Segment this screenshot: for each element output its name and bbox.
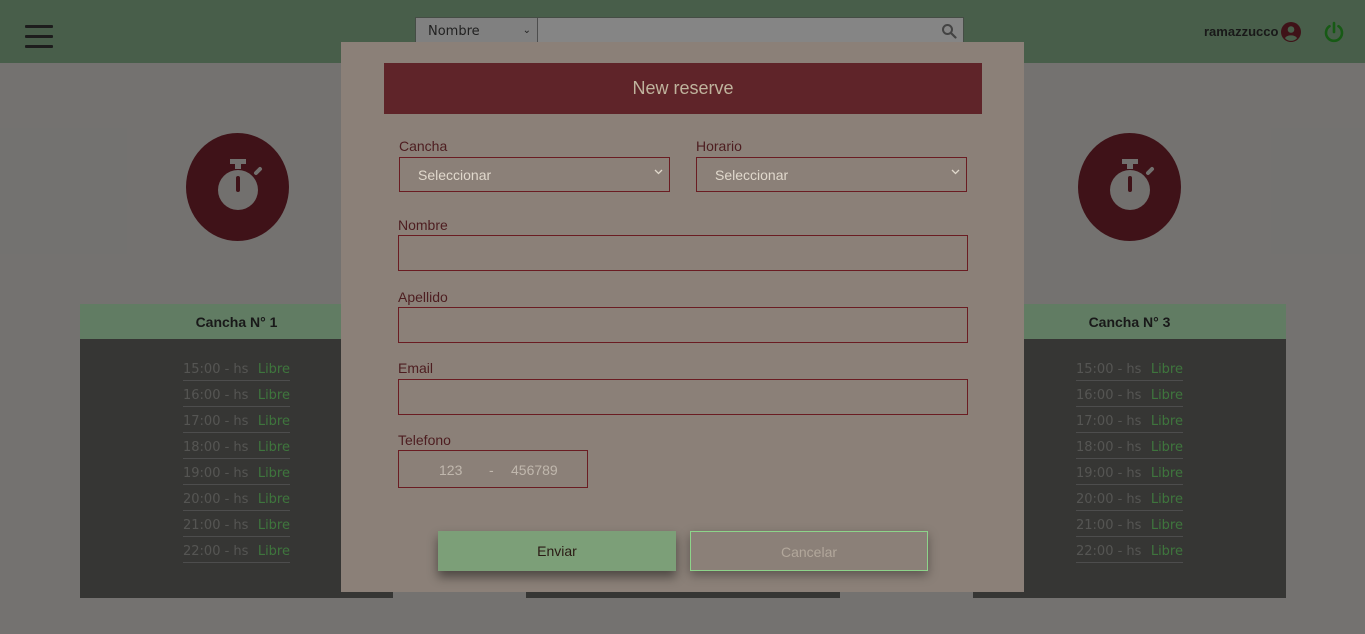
horario-select[interactable]: Seleccionar [696, 157, 967, 192]
email-input[interactable] [398, 379, 968, 415]
apellido-label: Apellido [398, 289, 448, 305]
new-reserve-modal: New reserve Cancha Seleccionar Horario S… [341, 42, 1024, 592]
apellido-input[interactable] [398, 307, 968, 343]
cancha-select-value: Seleccionar [418, 167, 492, 183]
cancelar-button[interactable]: Cancelar [690, 531, 928, 571]
phone-area-input[interactable]: 123 [439, 462, 462, 478]
phone-separator: - [489, 462, 494, 478]
cancha-select[interactable]: Seleccionar [399, 157, 670, 192]
phone-number-input[interactable]: 456789 [511, 462, 558, 478]
modal-title: New reserve [384, 63, 982, 114]
chevron-down-icon [951, 169, 960, 175]
nombre-label: Nombre [398, 217, 448, 233]
chevron-down-icon [654, 169, 663, 175]
telefono-field: 123 - 456789 [398, 450, 588, 488]
nombre-input[interactable] [398, 235, 968, 271]
cancha-label: Cancha [399, 138, 448, 154]
email-label: Email [398, 360, 434, 376]
horario-select-value: Seleccionar [715, 167, 789, 183]
telefono-label: Telefono [398, 432, 451, 448]
horario-label: Horario [696, 138, 742, 154]
enviar-button[interactable]: Enviar [438, 531, 676, 571]
